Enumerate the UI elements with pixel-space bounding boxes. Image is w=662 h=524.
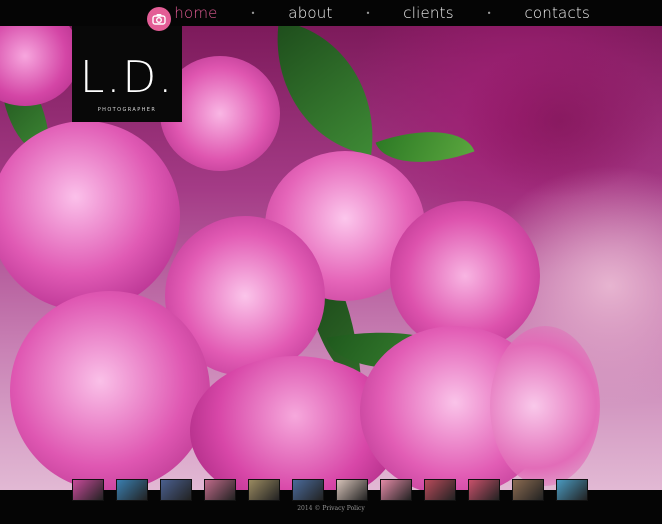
leaf-shape — [262, 26, 388, 156]
thumb-roses[interactable] — [72, 479, 104, 501]
nav-separator: • — [486, 8, 492, 18]
thumb-cake[interactable] — [336, 479, 368, 501]
thumb-note[interactable] — [248, 479, 280, 501]
logo-subtitle: PHOTOGRAPHER — [97, 107, 157, 113]
thumb-legs[interactable] — [204, 479, 236, 501]
thumb-couple[interactable] — [292, 479, 324, 501]
nav-contacts[interactable]: contacts — [524, 4, 590, 22]
thumb-dessert[interactable] — [468, 479, 500, 501]
nav-clients[interactable]: clients — [403, 4, 453, 22]
nav-separator: • — [365, 8, 371, 18]
thumb-macarons[interactable] — [424, 479, 456, 501]
copyright-symbol: © — [314, 505, 321, 512]
thumb-cupcakes[interactable] — [380, 479, 412, 501]
camera-icon-glyph — [152, 14, 166, 25]
rose-shape — [0, 121, 180, 311]
footer: 2014 © Privacy Policy — [0, 505, 662, 512]
rose-shape — [10, 291, 210, 490]
thumb-hands[interactable] — [512, 479, 544, 501]
footer-year: 2014 — [297, 505, 313, 512]
thumb-ocean[interactable] — [556, 479, 588, 501]
rose-shape — [490, 326, 600, 486]
rose-shape — [0, 26, 80, 106]
logo-initials: L.D. — [79, 52, 175, 103]
thumb-coast[interactable] — [116, 479, 148, 501]
top-navigation-bar: home • about • clients • contacts — [0, 0, 662, 26]
gallery-thumbnails — [72, 479, 588, 501]
main-nav: home • about • clients • contacts — [174, 0, 590, 26]
nav-separator: • — [250, 8, 256, 18]
nav-about[interactable]: about — [288, 4, 332, 22]
nav-home[interactable]: home — [174, 4, 217, 22]
privacy-policy-link[interactable]: Privacy Policy — [322, 505, 364, 512]
camera-icon[interactable] — [147, 7, 171, 31]
site-logo[interactable]: L.D. PHOTOGRAPHER — [72, 26, 182, 122]
thumb-sunset[interactable] — [160, 479, 192, 501]
